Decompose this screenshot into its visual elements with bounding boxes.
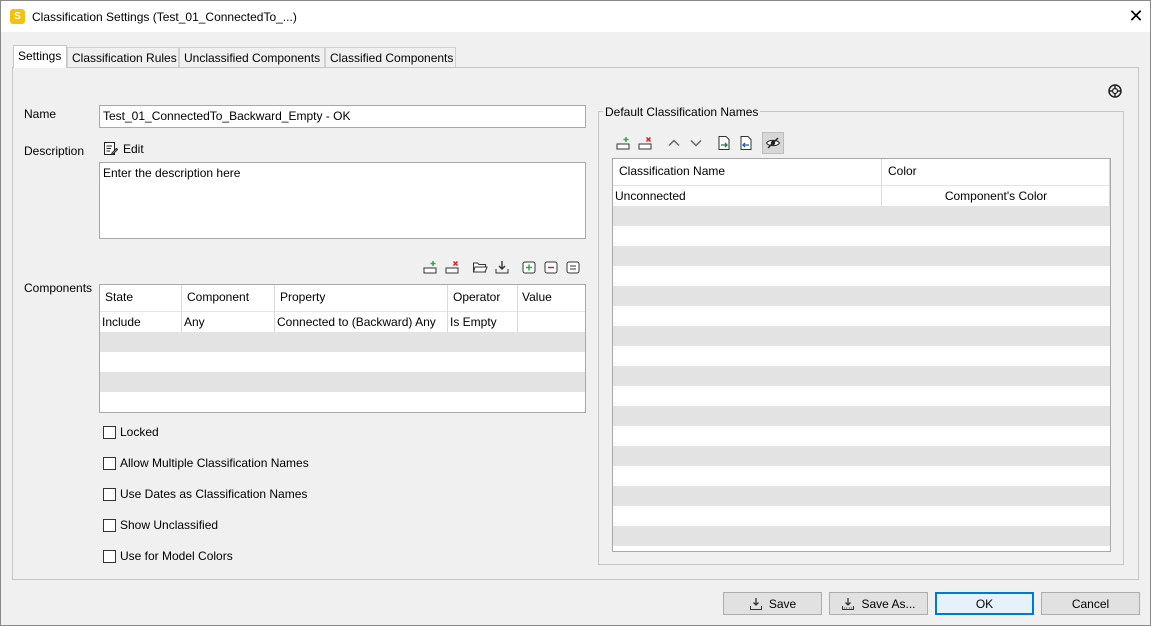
cell-value[interactable] <box>518 312 584 332</box>
empty-row <box>613 526 1110 546</box>
column-divider <box>517 285 518 332</box>
open-folder-icon[interactable] <box>471 258 489 276</box>
components-label: Components <box>24 281 93 295</box>
cell-component[interactable]: Any <box>182 312 272 332</box>
edit-label: Edit <box>123 141 144 156</box>
remove-group-icon[interactable] <box>542 258 560 276</box>
column-header-operator[interactable]: Operator <box>451 285 517 311</box>
empty-row <box>613 286 1110 306</box>
add-group-icon[interactable] <box>520 258 538 276</box>
checkbox-box[interactable] <box>103 549 116 563</box>
chevron-up-icon[interactable] <box>665 134 683 152</box>
tab-unclassified-components[interactable]: Unclassified Components <box>179 47 325 67</box>
import-excel-icon[interactable] <box>715 134 733 152</box>
checkbox-box[interactable] <box>103 456 116 470</box>
default-names-title: Default Classification Names <box>603 105 761 119</box>
eye-hidden-icon[interactable] <box>762 132 784 154</box>
empty-row <box>613 446 1110 466</box>
table-row[interactable]: Include Any Connected to (Backward) Any … <box>100 312 585 332</box>
empty-row <box>613 206 1110 226</box>
column-divider <box>274 285 275 332</box>
table-header: State Component Property Operator Value <box>100 285 585 312</box>
remove-row-icon[interactable] <box>636 134 654 152</box>
components-table: State Component Property Operator Value … <box>99 284 586 413</box>
add-row-icon[interactable] <box>614 134 632 152</box>
column-divider <box>181 285 182 332</box>
cancel-button[interactable]: Cancel <box>1041 592 1140 615</box>
column-header-property[interactable]: Property <box>278 285 446 311</box>
edit-document-icon <box>103 141 118 156</box>
empty-row <box>613 406 1110 426</box>
description-label: Description <box>24 144 85 158</box>
lifebuoy-help-icon[interactable] <box>1106 82 1124 100</box>
show-unclassified-checkbox[interactable]: Show Unclassified <box>103 518 218 532</box>
chevron-down-icon[interactable] <box>687 134 705 152</box>
download-icon <box>842 597 855 610</box>
empty-row <box>613 246 1110 266</box>
description-textarea[interactable]: Enter the description here <box>99 162 586 239</box>
download-icon[interactable] <box>493 258 511 276</box>
column-header-classification-name[interactable]: Classification Name <box>617 159 877 185</box>
export-excel-icon[interactable] <box>737 134 755 152</box>
checkbox-label: Allow Multiple Classification Names <box>120 456 309 470</box>
app-logo-icon: S <box>10 9 25 24</box>
cell-color[interactable]: Component's Color <box>882 186 1110 206</box>
download-icon <box>749 597 762 610</box>
save-label: Save <box>768 596 797 611</box>
use-for-model-colors-checkbox[interactable]: Use for Model Colors <box>103 549 233 563</box>
tab-classification-rules[interactable]: Classification Rules <box>67 47 179 67</box>
empty-row <box>100 332 585 352</box>
checkbox-label: Use Dates as Classification Names <box>120 487 308 501</box>
classification-settings-dialog: S Classification Settings (Test_01_Conne… <box>0 0 1151 626</box>
save-as-button[interactable]: Save As... <box>829 592 928 615</box>
use-dates-checkbox[interactable]: Use Dates as Classification Names <box>103 487 307 501</box>
checkbox-box[interactable] <box>103 487 116 501</box>
save-button[interactable]: Save <box>723 592 822 615</box>
cell-operator[interactable]: Is Empty <box>448 312 514 332</box>
ok-button[interactable]: OK <box>935 592 1034 615</box>
add-row-icon[interactable] <box>421 258 439 276</box>
column-header-color[interactable]: Color <box>886 159 1106 185</box>
name-label: Name <box>24 107 57 121</box>
empty-row <box>613 486 1110 506</box>
column-divider <box>447 285 448 332</box>
tab-classified-components[interactable]: Classified Components <box>325 47 456 67</box>
allow-multiple-names-checkbox[interactable]: Allow Multiple Classification Names <box>103 456 309 470</box>
cell-state[interactable]: Include <box>100 312 180 332</box>
checkbox-label: Show Unclassified <box>120 518 219 532</box>
title-bar: S Classification Settings (Test_01_Conne… <box>1 1 1150 32</box>
table-row[interactable]: Unconnected Component's Color <box>613 186 1110 206</box>
empty-row <box>100 372 585 392</box>
clear-group-icon[interactable] <box>564 258 582 276</box>
remove-row-icon[interactable] <box>443 258 461 276</box>
classification-names-table: Classification Name Color Unconnected Co… <box>612 158 1111 552</box>
edit-description-button[interactable]: Edit <box>103 141 144 156</box>
column-header-component[interactable]: Component <box>185 285 275 311</box>
checkbox-label: Use for Model Colors <box>120 549 233 563</box>
column-header-value[interactable]: Value <box>520 285 580 311</box>
checkbox-box[interactable] <box>103 518 116 532</box>
tab-settings[interactable]: Settings <box>13 45 67 68</box>
column-divider <box>881 159 882 206</box>
table-header: Classification Name Color <box>613 159 1110 186</box>
column-divider <box>1109 159 1110 206</box>
checkbox-label: Locked <box>120 425 159 439</box>
name-input[interactable]: Test_01_ConnectedTo_Backward_Empty - OK <box>99 105 586 128</box>
cell-property[interactable]: Connected to (Backward) Any <box>275 312 445 332</box>
empty-row <box>613 326 1110 346</box>
empty-row <box>613 366 1110 386</box>
save-as-label: Save As... <box>861 596 916 611</box>
column-header-state[interactable]: State <box>103 285 181 311</box>
checkbox-box[interactable] <box>103 425 116 439</box>
close-icon[interactable]: ✕ <box>1125 5 1147 27</box>
locked-checkbox[interactable]: Locked <box>103 425 159 439</box>
cell-classification-name[interactable]: Unconnected <box>613 186 880 206</box>
window-title: Classification Settings (Test_01_Connect… <box>32 10 297 24</box>
